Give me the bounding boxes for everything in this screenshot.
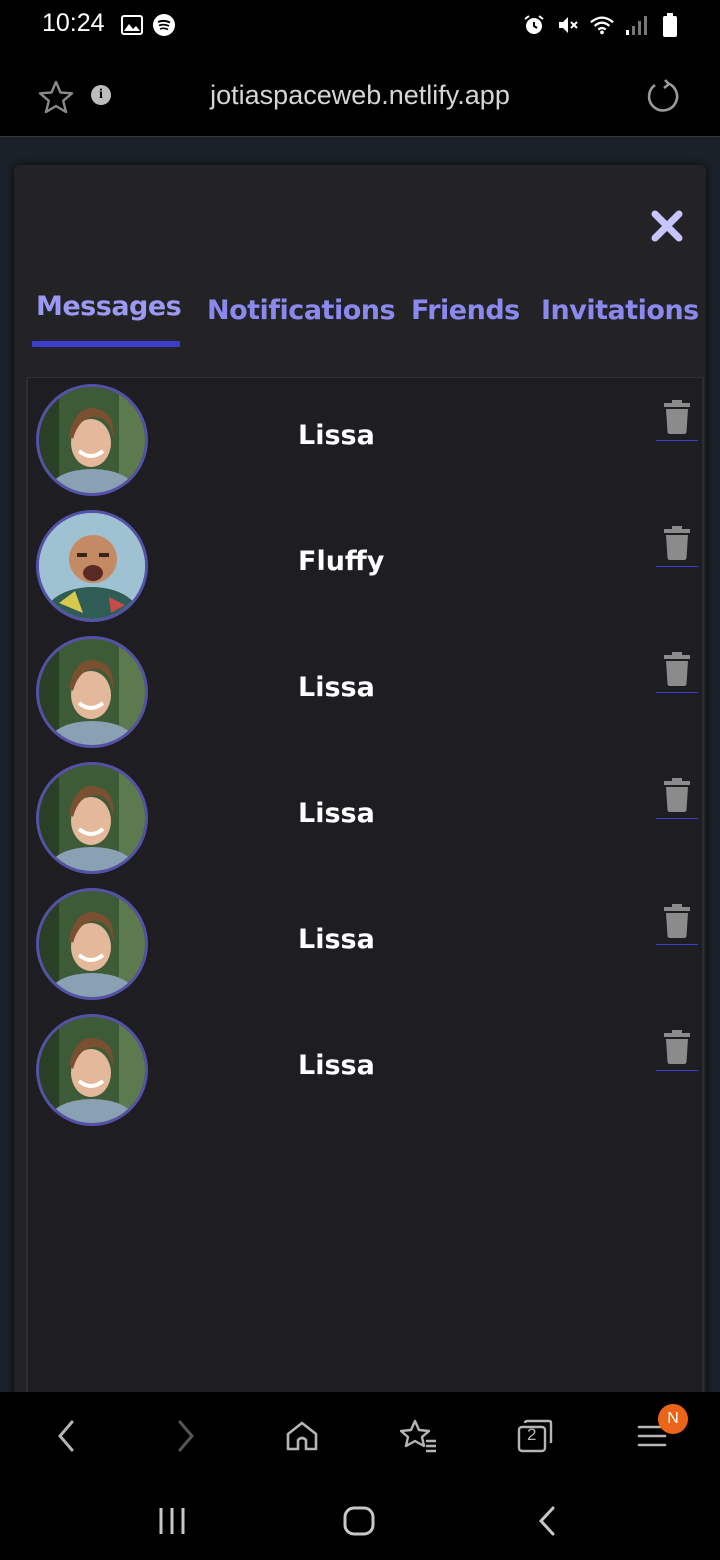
system-nav-bar	[0, 1480, 720, 1560]
image-icon	[120, 13, 144, 37]
trash-icon	[664, 1030, 690, 1064]
status-bar: 10:24	[0, 0, 720, 52]
tabs-button[interactable]: 2	[509, 1410, 561, 1462]
list-item[interactable]: Lissa	[28, 756, 702, 882]
url-field[interactable]: jotiaspaceweb.netlify.app	[0, 80, 720, 111]
contact-name: Lissa	[298, 1050, 375, 1081]
delete-button[interactable]	[656, 526, 698, 567]
menu-badge: N	[658, 1404, 688, 1434]
close-icon[interactable]	[650, 209, 684, 243]
status-time: 10:24	[42, 9, 105, 37]
signal-icon	[624, 13, 648, 37]
contact-name: Fluffy	[298, 546, 385, 577]
woman-avatar	[36, 888, 148, 1000]
list-item[interactable]: Lissa	[28, 378, 702, 504]
mute-icon	[556, 13, 580, 37]
browser-url-bar: i jotiaspaceweb.netlify.app	[0, 52, 720, 137]
chevron-left-icon	[58, 1420, 74, 1452]
tab-messages[interactable]: Messages	[36, 291, 182, 322]
woman-avatar	[36, 1014, 148, 1126]
list-item[interactable]: Lissa	[28, 630, 702, 756]
list-item[interactable]: Lissa	[28, 1008, 702, 1134]
trash-icon	[664, 400, 690, 434]
tab-friends[interactable]: Friends	[411, 295, 520, 326]
reload-icon[interactable]	[646, 79, 680, 117]
home-nav-icon	[343, 1506, 375, 1536]
delete-button[interactable]	[656, 652, 698, 693]
trash-icon	[664, 904, 690, 938]
man-avatar	[36, 510, 148, 622]
home-icon	[286, 1421, 318, 1451]
woman-avatar	[36, 762, 148, 874]
spotify-icon	[152, 13, 176, 37]
tab-invitations[interactable]: Invitations	[541, 295, 699, 326]
forward-button[interactable]	[160, 1410, 212, 1462]
bookmarks-icon	[400, 1419, 436, 1453]
delete-button[interactable]	[656, 1030, 698, 1071]
contact-name: Lissa	[298, 672, 375, 703]
home-nav-button[interactable]	[334, 1498, 384, 1544]
active-tab-indicator	[32, 341, 180, 347]
trash-icon	[664, 652, 690, 686]
inbox-panel: Messages Notifications Friends Invitatio…	[14, 165, 706, 1392]
alarm-icon	[522, 13, 546, 37]
delete-button[interactable]	[656, 778, 698, 819]
trash-icon	[664, 526, 690, 560]
chevron-right-icon	[178, 1420, 194, 1452]
trash-icon	[664, 778, 690, 812]
list-item[interactable]: Lissa	[28, 882, 702, 1008]
page-background: Messages Notifications Friends Invitatio…	[0, 137, 720, 1392]
tab-notifications[interactable]: Notifications	[207, 295, 396, 326]
tab-bar: Messages Notifications Friends Invitatio…	[32, 291, 706, 355]
back-nav-icon	[538, 1506, 555, 1536]
contact-name: Lissa	[298, 420, 375, 451]
recent-apps-icon	[159, 1508, 185, 1534]
contact-name: Lissa	[298, 924, 375, 955]
battery-icon	[658, 13, 682, 37]
wifi-icon	[590, 13, 614, 37]
back-nav-button[interactable]	[522, 1498, 572, 1544]
messages-list: Lissa Fluffy Lissa Lissa Lissa Lissa	[26, 377, 704, 1392]
bookmarks-button[interactable]	[393, 1410, 445, 1462]
contact-name: Lissa	[298, 798, 375, 829]
woman-avatar	[36, 636, 148, 748]
delete-button[interactable]	[656, 400, 698, 441]
home-button[interactable]	[276, 1410, 328, 1462]
delete-button[interactable]	[656, 904, 698, 945]
tabs-count: 2	[527, 1425, 537, 1444]
list-item[interactable]: Fluffy	[28, 504, 702, 630]
woman-avatar	[36, 384, 148, 496]
browser-toolbar: 2 N	[0, 1392, 720, 1480]
menu-button[interactable]: N	[626, 1404, 688, 1462]
recent-apps-button[interactable]	[147, 1498, 197, 1544]
back-button[interactable]	[40, 1410, 92, 1462]
